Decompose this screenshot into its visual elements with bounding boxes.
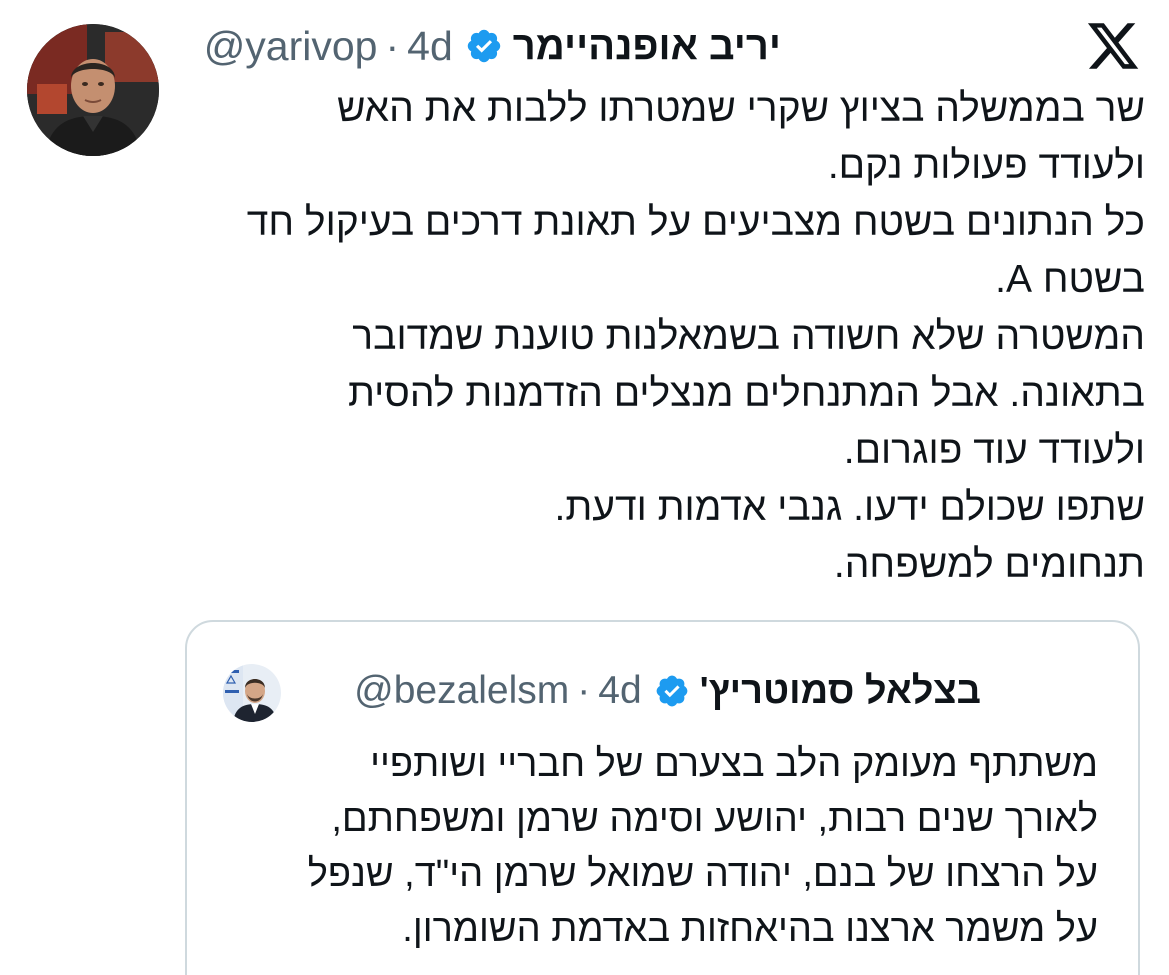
tweet-text: שר בממשלה בציוץ שקרי שמטרתו ללבות את האש… <box>246 87 1145 586</box>
quoted-tweet[interactable]: @bezalelsm · 4d בצלאל סמוטריץ' משתתף מעו… <box>185 620 1140 975</box>
quoted-meta-separator: · <box>577 669 591 712</box>
quoted-author-display-name[interactable]: בצלאל סמוטריץ' <box>700 670 981 713</box>
verified-badge-icon <box>656 675 688 707</box>
author-avatar-image <box>27 24 159 156</box>
author-avatar[interactable] <box>27 24 159 156</box>
quoted-tweet-header: @bezalelsm · 4d בצלאל סמוטריץ' <box>354 666 981 716</box>
quoted-author-avatar-image <box>223 664 281 722</box>
tweet-timestamp[interactable]: 4d <box>407 23 453 70</box>
tweet-card: @yarivop · 4d יריב אופנהיימר שר בממשלה ב… <box>0 0 1169 975</box>
x-logo-icon[interactable] <box>1085 18 1141 74</box>
quoted-author-handle[interactable]: @bezalelsm <box>354 669 569 713</box>
quoted-author-avatar[interactable] <box>223 664 281 722</box>
tweet-header: @yarivop · 4d יריב אופנהיימר <box>204 20 781 72</box>
quoted-tweet-text: משתתף מעומק הלב בצערם של חבריי ושותפיי ל… <box>307 743 1098 950</box>
quoted-tweet-timestamp[interactable]: 4d <box>598 669 641 713</box>
verified-badge-icon <box>467 29 500 63</box>
author-display-name[interactable]: יריב אופנהיימר <box>513 24 781 69</box>
author-handle[interactable]: @yarivop <box>204 23 378 70</box>
meta-separator: · <box>385 22 400 69</box>
